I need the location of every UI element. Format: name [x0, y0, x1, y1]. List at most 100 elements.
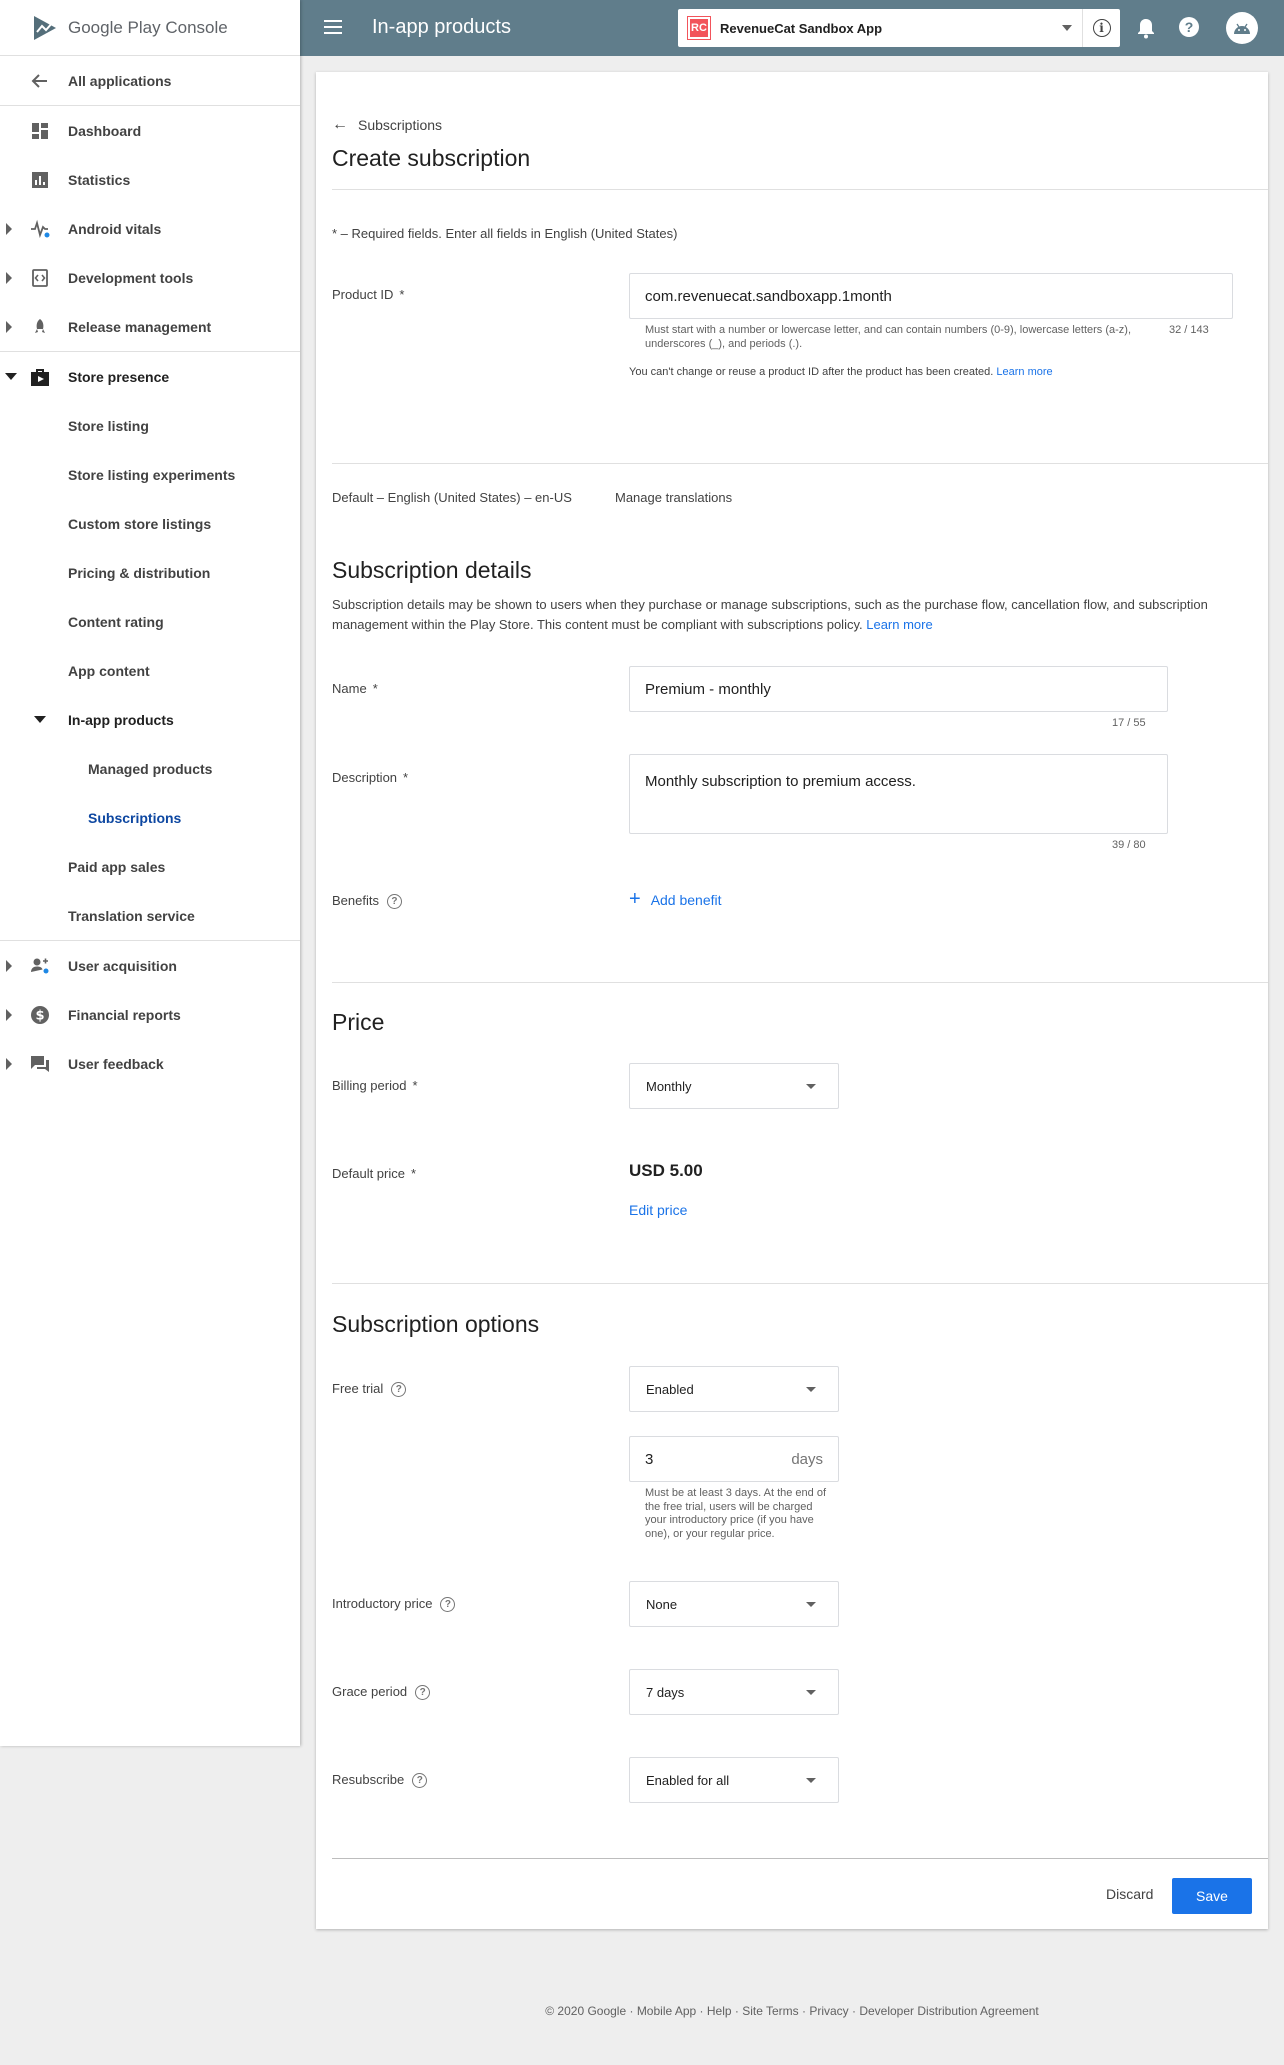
- sidebar-item-development-tools[interactable]: Development tools: [0, 253, 300, 302]
- expand-caret-icon: [6, 320, 12, 333]
- brand[interactable]: Google Play Console: [0, 0, 300, 56]
- description-counter: 39 / 80: [1112, 839, 1146, 851]
- save-button[interactable]: Save: [1172, 1878, 1252, 1914]
- expand-caret-icon: [6, 1008, 12, 1021]
- sidebar-item-user-feedback[interactable]: User feedback: [0, 1039, 300, 1088]
- sidebar-item-custom-store-listings[interactable]: Custom store listings: [0, 499, 300, 548]
- svg-text:$: $: [35, 1008, 44, 1023]
- plus-icon: +: [629, 888, 641, 910]
- sidebar-item-store-listing[interactable]: Store listing: [0, 401, 300, 450]
- default-price-value: USD 5.00: [629, 1161, 703, 1180]
- sidebar-item-label: User acquisition: [68, 957, 177, 974]
- introductory-price-label: Introductory price?: [332, 1596, 456, 1613]
- sidebar-item-store-listing-experiments[interactable]: Store listing experiments: [0, 450, 300, 499]
- rocket-icon: [30, 317, 50, 337]
- feedback-chat-icon: [30, 1054, 50, 1074]
- sidebar-item-label: Managed products: [88, 760, 213, 777]
- back-arrow-icon: ←: [332, 116, 348, 133]
- free-trial-helper: Must be at least 3 days. At the end of t…: [645, 1487, 827, 1540]
- sidebar-item-dashboard[interactable]: Dashboard: [0, 106, 300, 155]
- sidebar-item-financial-reports[interactable]: $ Financial reports: [0, 990, 300, 1039]
- sidebar-item-managed-products[interactable]: Managed products: [0, 744, 300, 793]
- discard-button[interactable]: Discard: [1106, 1886, 1153, 1902]
- sidebar-item-label: Release management: [68, 318, 212, 335]
- default-language: Default – English (United States) – en-U…: [332, 490, 572, 505]
- expand-caret-icon: [6, 959, 12, 972]
- sidebar-item-label: Development tools: [68, 269, 194, 286]
- sidebar-item-label: Subscriptions: [88, 809, 182, 826]
- account-avatar[interactable]: [1226, 12, 1258, 44]
- free-trial-select[interactable]: Enabled: [629, 1366, 839, 1412]
- subscription-options-title: Subscription options: [332, 1311, 540, 1337]
- grace-period-select[interactable]: 7 days: [629, 1669, 839, 1715]
- menu-icon[interactable]: [324, 20, 342, 38]
- help-circle-icon[interactable]: ?: [415, 1685, 431, 1701]
- dollar-circle-icon: $: [30, 1005, 50, 1025]
- dropdown-arrow-icon: [806, 1602, 816, 1607]
- expand-caret-icon: [6, 1057, 12, 1070]
- help-circle-icon[interactable]: ?: [440, 1597, 456, 1613]
- app-selector[interactable]: RC RevenueCat Sandbox App i: [678, 9, 1120, 47]
- dropdown-arrow-icon: [806, 1084, 816, 1089]
- user-acquisition-icon: [30, 956, 50, 976]
- sidebar-item-translation-service[interactable]: Translation service: [0, 891, 300, 940]
- revenuecat-app-icon: RC: [687, 16, 711, 40]
- free-trial-days-field[interactable]: 3 days: [629, 1436, 839, 1482]
- sidebar-item-label: Dashboard: [68, 122, 142, 139]
- subscription-details-description: Subscription details may be shown to use…: [332, 597, 1208, 632]
- learn-more-link[interactable]: Learn more: [996, 366, 1052, 378]
- grace-period-value: 7 days: [646, 1684, 685, 1700]
- back-to-subscriptions-link[interactable]: ← Subscriptions: [332, 116, 442, 134]
- sidebar-item-in-app-products[interactable]: In-app products: [0, 695, 300, 744]
- notifications-bell-icon[interactable]: [1136, 17, 1158, 39]
- sidebar-item-release-management[interactable]: Release management: [0, 302, 300, 351]
- name-field[interactable]: Premium - monthly: [629, 666, 1168, 712]
- expand-caret-icon: [6, 222, 12, 235]
- introductory-price-select[interactable]: None: [629, 1581, 839, 1627]
- sidebar-item-pricing-distribution[interactable]: Pricing & distribution: [0, 548, 300, 597]
- product-id-counter: 32 / 143: [1169, 324, 1209, 336]
- add-benefit-button[interactable]: + Add benefit: [629, 888, 722, 911]
- manage-translations-link[interactable]: Manage translations: [615, 490, 732, 505]
- required-fields-note: * – Required fields. Enter all fields in…: [332, 226, 678, 241]
- sidebar-item-store-presence[interactable]: Store presence: [0, 352, 300, 401]
- page-title: Create subscription: [332, 145, 531, 171]
- name-label: Name *: [332, 681, 378, 696]
- sidebar-item-label: Paid app sales: [68, 858, 166, 875]
- help-button[interactable]: ?: [1179, 17, 1201, 39]
- brand-name: Google Play Console: [68, 17, 228, 37]
- help-circle-icon[interactable]: ?: [386, 894, 402, 910]
- dropdown-arrow-icon: [806, 1387, 816, 1392]
- back-arrow-icon: [30, 71, 50, 91]
- billing-period-select[interactable]: Monthly: [629, 1063, 839, 1109]
- all-applications-link[interactable]: All applications: [0, 56, 300, 105]
- expand-caret-icon: [6, 271, 12, 284]
- resubscribe-select[interactable]: Enabled for all: [629, 1757, 839, 1803]
- sidebar-item-content-rating[interactable]: Content rating: [0, 597, 300, 646]
- sidebar-item-subscriptions[interactable]: Subscriptions: [0, 793, 300, 842]
- description-field[interactable]: Monthly subscription to premium access.: [629, 754, 1168, 834]
- help-circle-icon[interactable]: ?: [412, 1773, 428, 1789]
- app-info-button[interactable]: i: [1082, 9, 1120, 47]
- product-id-field[interactable]: com.revenuecat.sandboxapp.1month: [629, 273, 1233, 319]
- subscription-details-title: Subscription details: [332, 557, 532, 583]
- help-circle-icon[interactable]: ?: [391, 1382, 407, 1398]
- back-link-label: Subscriptions: [358, 117, 443, 133]
- sidebar-item-user-acquisition[interactable]: User acquisition: [0, 941, 300, 990]
- sidebar-item-android-vitals[interactable]: Android vitals: [0, 204, 300, 253]
- subscriptions-learn-more-link[interactable]: Learn more: [866, 617, 932, 632]
- sidebar-item-label: User feedback: [68, 1055, 164, 1072]
- product-id-note: You can't change or reuse a product ID a…: [629, 366, 1053, 378]
- top-app-bar: In-app products RC RevenueCat Sandbox Ap…: [300, 0, 1284, 56]
- sidebar-item-paid-app-sales[interactable]: Paid app sales: [0, 842, 300, 891]
- edit-price-link[interactable]: Edit price: [629, 1202, 687, 1218]
- vitals-pulse-icon: [30, 219, 50, 239]
- sidebar-item-label: Store presence: [68, 368, 170, 385]
- sidebar-item-app-content[interactable]: App content: [0, 646, 300, 695]
- add-benefit-label: Add benefit: [650, 891, 722, 908]
- sidebar-item-label: Translation service: [68, 907, 195, 924]
- bar-chart-icon: [30, 170, 50, 190]
- help-icon: ?: [1179, 17, 1199, 37]
- sidebar-item-statistics[interactable]: Statistics: [0, 155, 300, 204]
- info-icon: i: [1092, 19, 1111, 37]
